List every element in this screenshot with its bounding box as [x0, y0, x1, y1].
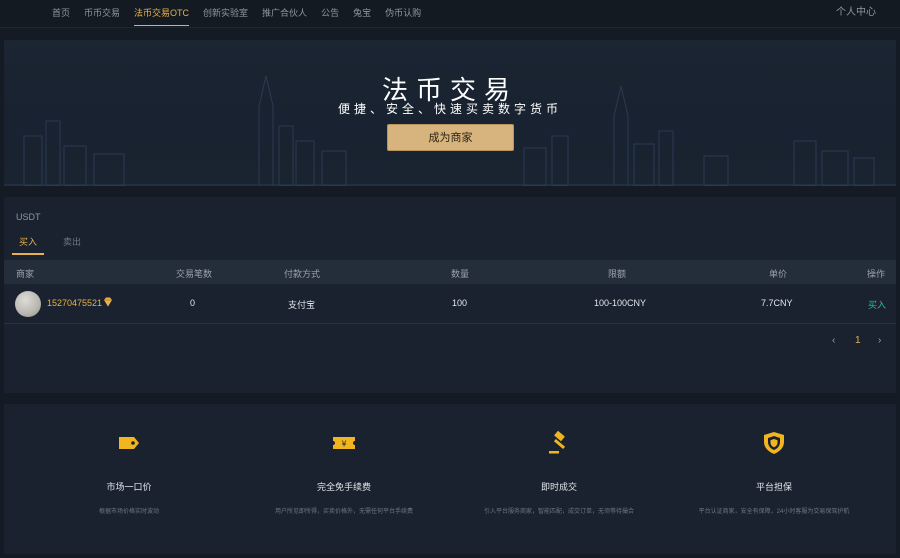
tab-sell[interactable]: 卖出: [56, 235, 88, 255]
hero-banner: 法币交易 便捷、安全、快速买卖数字货币 成为商家: [4, 40, 896, 186]
feature-description: 用户所见即所得，买卖价格外，无需任何平台手续费: [274, 509, 413, 515]
pagination-page-1[interactable]: 1: [855, 335, 861, 346]
column-header-limit: 限额: [608, 269, 627, 279]
column-header-action: 操作: [867, 269, 886, 279]
diamond-icon: [104, 297, 112, 307]
table-row: 15270475521 0 支付宝 100 100-100CNY 7.7CNY …: [4, 284, 896, 324]
merchant-name[interactable]: 15270475521: [47, 298, 102, 308]
feature-description: 根据市场价格实时波动: [98, 509, 159, 515]
nav-item-tubao[interactable]: 兔宝: [353, 0, 371, 28]
column-header-payment: 付款方式: [284, 269, 321, 279]
trade-tabs: 买入 卖出: [12, 235, 100, 255]
trade-count: 0: [190, 298, 196, 308]
trade-amount: 100: [452, 298, 468, 308]
user-center-link[interactable]: 个人中心: [836, 0, 876, 26]
ticket-icon: ¥: [333, 437, 355, 449]
feature-title: 即时成交: [540, 482, 577, 492]
shield-icon: [764, 432, 784, 454]
svg-text:¥: ¥: [341, 440, 346, 449]
pagination-prev-button[interactable]: ‹: [832, 335, 835, 346]
tab-buy[interactable]: 买入: [12, 235, 44, 255]
pagination-next-button[interactable]: ›: [878, 335, 881, 346]
feature-title: 平台担保: [755, 482, 792, 492]
table-header: 商家 交易笔数 付款方式 数量 限额 单价 操作: [4, 260, 896, 284]
nav-item-innovation-lab[interactable]: 创新实验室: [203, 0, 248, 28]
feature-description: 平台认证商家，安全有保障，24小时客服为交易保驾护航: [698, 509, 850, 515]
top-nav: 首页 币币交易 法币交易OTC 创新实验室 推广合伙人 公告 兔宝 伪币认购 个…: [0, 0, 900, 28]
nav-item-partner[interactable]: 推广合伙人: [262, 0, 307, 28]
unit-price: 7.7CNY: [761, 298, 793, 308]
buy-action-link[interactable]: 买入: [868, 298, 886, 311]
column-header-amount: 数量: [451, 269, 470, 279]
nav-item-home[interactable]: 首页: [52, 0, 70, 28]
price-tag-icon: [119, 437, 139, 449]
feature-title: 市场一口价: [106, 482, 152, 492]
feature-section: 市场一口价 根据市场价格实时波动 ¥ 完全免手续费 用户所见即所得，买卖价格外，…: [4, 404, 896, 554]
nav-item-subscription[interactable]: 伪币认购: [385, 0, 421, 28]
coin-selector[interactable]: USDT: [16, 212, 41, 222]
gavel-icon: [549, 430, 566, 454]
feature-description: 引入平台服务商家，智能匹配，成交订单，无须等待撮合: [483, 509, 634, 515]
avatar: [15, 291, 41, 317]
column-header-price: 单价: [769, 269, 788, 279]
column-header-merchant: 商家: [16, 269, 35, 279]
nav-menu: 首页 币币交易 法币交易OTC 创新实验室 推广合伙人 公告 兔宝 伪币认购: [52, 0, 435, 28]
column-header-trades: 交易笔数: [176, 269, 213, 279]
banner-subtitle: 便捷、安全、快速买卖数字货币: [337, 102, 562, 116]
nav-item-otc[interactable]: 法币交易OTC: [134, 0, 190, 28]
become-merchant-button[interactable]: 成为商家: [387, 124, 514, 151]
payment-method: 支付宝: [288, 300, 316, 310]
nav-item-spot-trading[interactable]: 币币交易: [84, 0, 120, 28]
otc-trade-panel: USDT 买入 卖出 商家 交易笔数 付款方式 数量 限额 单价 操作 1527…: [4, 197, 896, 393]
trade-limit: 100-100CNY: [594, 298, 647, 308]
nav-item-announcements[interactable]: 公告: [321, 0, 339, 28]
feature-title: 完全免手续费: [316, 482, 371, 492]
